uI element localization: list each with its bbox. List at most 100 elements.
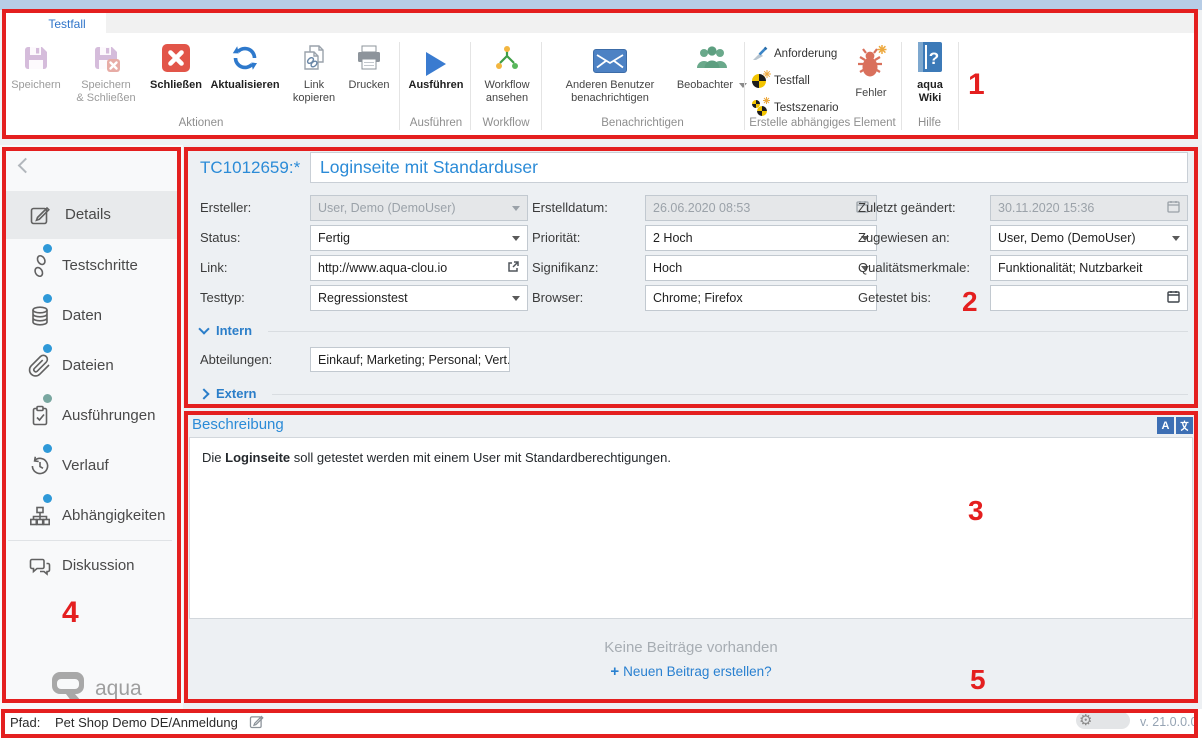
create-defect-button[interactable]: Fehler — [846, 40, 896, 100]
aqua-logo-text: aqua — [95, 677, 142, 701]
testcase-title-input[interactable]: Loginseite mit Standarduser — [310, 152, 1188, 183]
ribbon-tab-strip-left — [6, 13, 28, 33]
sidebar-item-dateien[interactable]: Dateien — [0, 342, 183, 390]
annotation-number-5: 5 — [970, 666, 986, 694]
notify-user-button[interactable]: Anderen Benutzer benachrichtigen — [549, 38, 671, 105]
section-intern[interactable]: Intern — [200, 323, 252, 338]
prioritaet-dropdown[interactable]: 2 Hoch — [645, 225, 877, 251]
close-button[interactable]: Schließen — [146, 38, 206, 92]
watchers-people-icon — [695, 43, 729, 76]
sidebar-collapse-button[interactable] — [20, 158, 40, 178]
field-label: Link: — [200, 260, 227, 275]
aqua-wiki-button[interactable]: ? aqua Wiki — [906, 38, 954, 105]
ribbon-separator — [399, 42, 400, 130]
gear-icon[interactable]: ⚙ — [1079, 711, 1092, 730]
ribbon-tab-strip — [6, 13, 1194, 33]
section-line — [268, 331, 1188, 332]
sidebar-item-daten[interactable]: Daten — [0, 292, 183, 340]
zuletzt-geaendert-field: 30.11.2020 15:36 — [990, 195, 1188, 221]
calendar-icon[interactable] — [1167, 290, 1180, 306]
print-button[interactable]: Drucken — [341, 38, 397, 92]
path-value: Pet Shop Demo DE/Anmeldung — [55, 715, 238, 730]
ribbon-separator — [958, 42, 959, 130]
create-testcase-button[interactable]: Testfall — [752, 73, 810, 89]
annotation-number-4: 4 — [62, 598, 79, 628]
group-label-aktionen: Aktionen — [6, 117, 396, 129]
qualitaetsmerkmale-input[interactable]: Funktionalität; Nutzbarkeit — [990, 255, 1188, 281]
clipboard-check-icon — [28, 404, 52, 433]
getestet-bis-field[interactable] — [990, 285, 1188, 311]
sidebar-item-details[interactable]: Details — [3, 191, 180, 239]
ribbon-separator — [470, 42, 471, 130]
annotation-number-1: 1 — [968, 70, 985, 100]
sidebar-item-diskussion[interactable]: Diskussion — [0, 542, 183, 590]
signifikanz-dropdown[interactable]: Hoch — [645, 255, 877, 281]
play-icon — [426, 52, 446, 76]
watchers-button[interactable]: Beobachter — [674, 38, 750, 92]
sidebar-item-ausfuehrungen[interactable]: Ausführungen — [0, 392, 183, 440]
badge-dot — [43, 494, 52, 503]
testscenario-icon — [752, 100, 768, 116]
group-label-benachrichtigen: Benachrichtigen — [541, 117, 744, 129]
requirement-icon — [752, 46, 768, 62]
chevron-right-icon — [198, 388, 209, 399]
hierarchy-icon — [28, 504, 52, 533]
run-button[interactable]: Ausführen — [404, 38, 468, 92]
create-requirement-button[interactable]: Anforderung — [752, 46, 837, 62]
spellcheck-icon[interactable]: A — [1157, 417, 1174, 434]
testcase-id: TC1012659:* — [200, 158, 300, 178]
group-label-ausfuehren: Ausführen — [404, 117, 468, 129]
testtyp-dropdown[interactable]: Regressionstest — [310, 285, 528, 311]
badge-dot — [43, 394, 52, 403]
wiki-book-icon: ? — [917, 41, 943, 76]
tab-testfall[interactable]: Testfall — [28, 13, 106, 34]
chevron-down-icon — [1172, 236, 1180, 241]
floppy-disk-icon — [21, 43, 51, 76]
browser-input[interactable]: Chrome; Firefox — [645, 285, 877, 311]
aqua-logo: aqua — [50, 670, 142, 707]
save-and-close-button[interactable]: Speichern & Schließen — [70, 38, 142, 105]
zugewiesen-dropdown[interactable]: User, Demo (DemoUser) — [990, 225, 1188, 251]
database-icon — [28, 304, 52, 333]
footsteps-icon — [28, 254, 52, 283]
testcase-icon — [752, 73, 768, 89]
external-link-icon[interactable] — [506, 260, 520, 277]
chevron-left-icon — [18, 158, 34, 174]
floppy-disk-close-icon — [91, 43, 121, 76]
sidebar-item-testschritte[interactable]: Testschritte — [0, 242, 183, 290]
copy-link-button[interactable]: Link kopieren — [290, 38, 338, 105]
edit-path-icon[interactable] — [248, 713, 265, 735]
save-button[interactable]: Speichern — [6, 38, 66, 92]
abteilungen-input[interactable]: Einkauf; Marketing; Personal; Vert... — [310, 347, 510, 372]
section-line — [272, 394, 1188, 395]
create-testscenario-button[interactable]: Testszenario — [752, 100, 839, 116]
translate-icon[interactable] — [1176, 417, 1193, 434]
bug-icon — [853, 43, 889, 84]
sidebar-divider — [8, 540, 172, 541]
annotation-number-2: 2 — [962, 288, 978, 316]
ersteller-dropdown: User, Demo (DemoUser) — [310, 195, 528, 221]
section-extern[interactable]: Extern — [200, 386, 256, 401]
field-label: Abteilungen: — [200, 352, 272, 367]
field-label: Zuletzt geändert: — [858, 200, 956, 215]
group-label-hilfe: Hilfe — [901, 117, 958, 129]
plus-icon: + — [610, 663, 619, 680]
edit-details-icon — [28, 203, 52, 232]
badge-dot — [43, 294, 52, 303]
version-label: v. 21.0.0.0 — [1140, 715, 1197, 729]
sidebar-item-verlauf[interactable]: Verlauf — [0, 442, 183, 490]
sidebar-item-abhaengigkeiten[interactable]: Abhängigkeiten — [0, 492, 183, 540]
refresh-button[interactable]: Aktualisieren — [206, 38, 284, 92]
link-pages-icon — [299, 43, 329, 76]
field-label: Testtyp: — [200, 290, 245, 305]
chevron-down-icon — [512, 206, 520, 211]
view-workflow-button[interactable]: Workflow ansehen — [475, 38, 539, 105]
chat-bubbles-icon — [28, 554, 52, 583]
badge-dot — [43, 444, 52, 453]
link-input[interactable]: http://www.aqua-clou.io — [310, 255, 528, 281]
path-label: Pfad: — [10, 715, 40, 730]
status-dropdown[interactable]: Fertig — [310, 225, 528, 251]
calendar-icon — [1167, 200, 1180, 216]
create-post-link[interactable]: +Neuen Beitrag erstellen? — [184, 663, 1198, 680]
description-text-bold: Loginseite — [225, 450, 290, 465]
